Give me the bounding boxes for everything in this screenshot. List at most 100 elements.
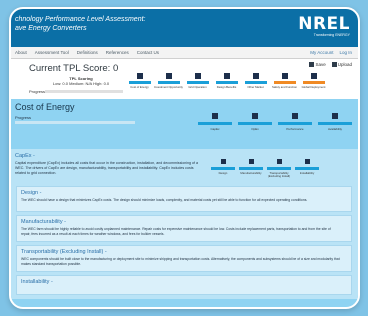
nrel-logo[interactable]: NREL Transforming ENERGY — [288, 15, 350, 38]
category-cost-of-energy[interactable]: Cost of Energy — [125, 73, 154, 89]
item-title[interactable]: Installability - — [21, 279, 53, 285]
category-score-box — [252, 73, 259, 79]
category-score-box — [223, 73, 230, 79]
category-safety[interactable]: Safety and Function — [270, 73, 299, 89]
category-other-market[interactable]: Other Market — [241, 73, 270, 89]
nav-contact[interactable]: Contact Us — [137, 50, 159, 55]
category-label: Safety and Function — [272, 84, 297, 89]
score-box — [304, 159, 310, 164]
section-progress-label: Progress — [15, 115, 32, 120]
category-bar — [128, 81, 151, 84]
score-bar — [239, 167, 263, 170]
main-nav: About Assessment Tool Definitions Refere… — [11, 47, 358, 59]
score-box — [248, 159, 254, 164]
capex-transportability[interactable]: Transportability (Excluding Install) — [265, 159, 293, 178]
my-account-link[interactable]: My Account — [310, 50, 333, 55]
site-header: chnology Performance Level Assessment: a… — [11, 9, 358, 47]
tech-summary: TPL Scoring Low: 0.0 Medium: N/A High: 0… — [51, 76, 111, 86]
file-actions: Save Upload — [309, 62, 352, 68]
score-label: Manufacturability — [240, 170, 262, 175]
upload-label: Upload — [337, 62, 352, 67]
subcategory-performance[interactable]: Performance — [275, 113, 315, 131]
item-description: WEC components should be built close to … — [21, 257, 340, 266]
score-label: Transportability (Excluding Install) — [267, 170, 291, 178]
category-bar — [186, 81, 209, 84]
tech-scores: Low: 0.0 Medium: N/A High: 0.0 — [52, 81, 110, 86]
progress-bar — [45, 90, 123, 93]
category-label: Cost of Energy — [130, 84, 149, 89]
category-label: Other Market — [247, 84, 264, 89]
score-label: Installability — [299, 170, 315, 175]
tpl-score-title: Current TPL Score: 0 — [29, 63, 119, 74]
login-link[interactable]: Log In — [339, 50, 352, 55]
subcategory-score-box — [252, 113, 258, 119]
capex-title[interactable]: CapEx - — [15, 153, 35, 159]
category-summary: Cost of Energy Investment Opportunity Gr… — [125, 73, 328, 89]
item-title[interactable]: Transportability (Excluding Install) - — [21, 249, 107, 255]
category-bar — [244, 81, 267, 84]
category-bar — [215, 81, 238, 84]
nav-about[interactable]: About — [15, 50, 27, 55]
category-bar — [273, 81, 296, 84]
capex-design[interactable]: Design — [209, 159, 237, 178]
capex-description: Capital expenditure (CapEx) includes all… — [15, 161, 198, 175]
section-title: Cost of Energy — [15, 102, 75, 112]
progress-label: Progress — [29, 89, 46, 94]
score-bar — [267, 167, 291, 170]
category-score-box — [310, 73, 317, 79]
capex-manufacturability[interactable]: Manufacturability — [237, 159, 265, 178]
site-title-line2: ave Energy Converters — [15, 25, 87, 32]
section-progress-bar — [15, 121, 135, 124]
installability-item: Installability - — [16, 275, 352, 295]
save-icon — [309, 62, 315, 68]
design-item: Design - The WEC should have a design th… — [16, 186, 352, 212]
upload-button[interactable]: Upload — [331, 62, 352, 68]
nav-assessment-tool[interactable]: Assessment Tool — [35, 50, 69, 55]
score-label: Design — [218, 170, 228, 175]
site-title: chnology Performance Level Assessment: a… — [15, 15, 205, 33]
subcategory-score-box — [332, 113, 338, 119]
category-design[interactable]: Design Benefits — [212, 73, 241, 89]
category-label: Design Benefits — [216, 84, 237, 89]
app-window: chnology Performance Level Assessment: a… — [9, 7, 360, 309]
category-label: Investment Opportunity — [154, 84, 183, 89]
category-score-box — [194, 73, 201, 79]
score-box — [220, 159, 226, 164]
subcategory-bar — [318, 122, 352, 125]
category-score-box — [136, 73, 143, 79]
site-title-line1: chnology Performance Level Assessment: — [15, 16, 146, 23]
subcategory-capex[interactable]: CapEx — [195, 113, 235, 131]
score-bar — [211, 167, 235, 170]
item-title[interactable]: Manufacturability - — [21, 219, 66, 225]
subcategory-label: OpEx — [251, 126, 259, 131]
subcategory-label: CapEx — [210, 126, 220, 131]
subcategory-label: Availability — [327, 126, 343, 131]
score-panel: Current TPL Score: 0 Save Upload TPL Sco… — [11, 59, 358, 99]
item-title[interactable]: Design - — [21, 190, 41, 196]
category-global[interactable]: Global Deployment — [299, 73, 328, 89]
subcategory-score-box — [292, 113, 298, 119]
category-label: Global Deployment — [301, 84, 326, 89]
capex-installability[interactable]: Installability — [293, 159, 321, 178]
cost-of-energy-section: Cost of Energy Progress CapEx OpEx Perfo… — [11, 99, 358, 307]
category-investment[interactable]: Investment Opportunity — [154, 73, 183, 89]
category-score-box — [165, 73, 172, 79]
capex-panel: CapEx - Capital expenditure (CapEx) incl… — [11, 149, 358, 299]
save-label: Save — [315, 62, 326, 67]
nav-references[interactable]: References — [106, 50, 129, 55]
score-bar — [295, 167, 319, 170]
item-description: The WEC should have a design that minimi… — [21, 198, 308, 202]
subcategory-availability[interactable]: Availability — [315, 113, 355, 131]
item-description: The WEC farm should be highly reliable t… — [21, 227, 331, 236]
score-box — [276, 159, 282, 164]
subcategory-opex[interactable]: OpEx — [235, 113, 275, 131]
capex-subcategories: Design Manufacturability Transportabilit… — [209, 159, 321, 178]
subcategory-bar — [278, 122, 312, 125]
category-grid[interactable]: Grid Operation — [183, 73, 212, 89]
coe-subcategories: CapEx OpEx Performance Availability — [195, 113, 355, 131]
user-icon — [331, 62, 337, 68]
subcategory-label: Performance — [286, 126, 304, 131]
nav-definitions[interactable]: Definitions — [77, 50, 98, 55]
category-bar — [157, 81, 180, 84]
save-button[interactable]: Save — [309, 62, 326, 68]
